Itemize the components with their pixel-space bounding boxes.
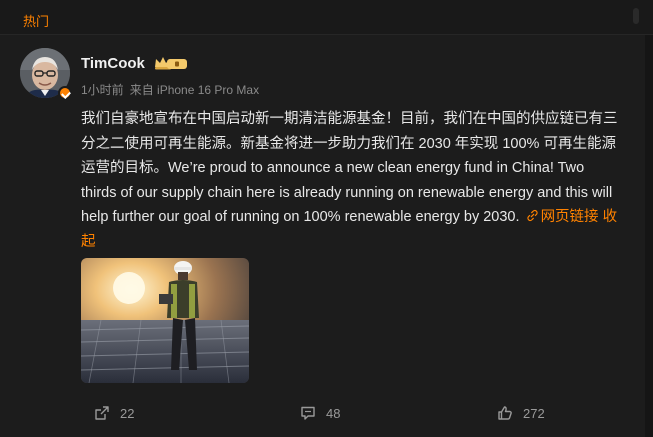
top-scroll-handle[interactable] xyxy=(633,8,639,24)
web-link-label: 网页链接 xyxy=(540,209,599,225)
link-icon xyxy=(526,209,538,222)
like-count: 272 xyxy=(523,405,545,421)
username[interactable]: TimCook xyxy=(81,55,145,72)
comment-count: 48 xyxy=(326,405,341,421)
like-button[interactable]: 272 xyxy=(497,405,545,421)
post-source: 来自 iPhone 16 Pro Max xyxy=(129,83,260,97)
share-icon xyxy=(95,406,109,420)
top-bar: 热门 xyxy=(0,0,653,35)
post-text: 我们自豪地宣布在中国启动新一期清洁能源基金！目前，我们在中国的供应链已有三分之二… xyxy=(81,111,618,225)
post-image[interactable] xyxy=(81,258,249,383)
tab-hot[interactable]: 热门 xyxy=(23,11,49,30)
comment-button[interactable]: 48 xyxy=(300,405,340,421)
post-content: 我们自豪地宣布在中国启动新一期清洁能源基金！目前，我们在中国的供应链已有三分之二… xyxy=(81,107,621,254)
comment-icon xyxy=(301,406,315,420)
vip-crown-icon[interactable] xyxy=(153,55,189,71)
repost-count: 22 xyxy=(120,405,135,421)
solar-worker-photo xyxy=(81,258,249,383)
post-time[interactable]: 1小时前 xyxy=(81,83,124,97)
verified-badge-icon xyxy=(58,86,72,100)
web-link[interactable]: 网页链接 xyxy=(524,209,599,225)
thumbs-up-icon xyxy=(498,406,512,420)
scrollbar[interactable] xyxy=(645,35,653,437)
repost-button[interactable]: 22 xyxy=(94,405,134,421)
post-meta: 1小时前 来自 iPhone 16 Pro Max xyxy=(81,81,259,98)
